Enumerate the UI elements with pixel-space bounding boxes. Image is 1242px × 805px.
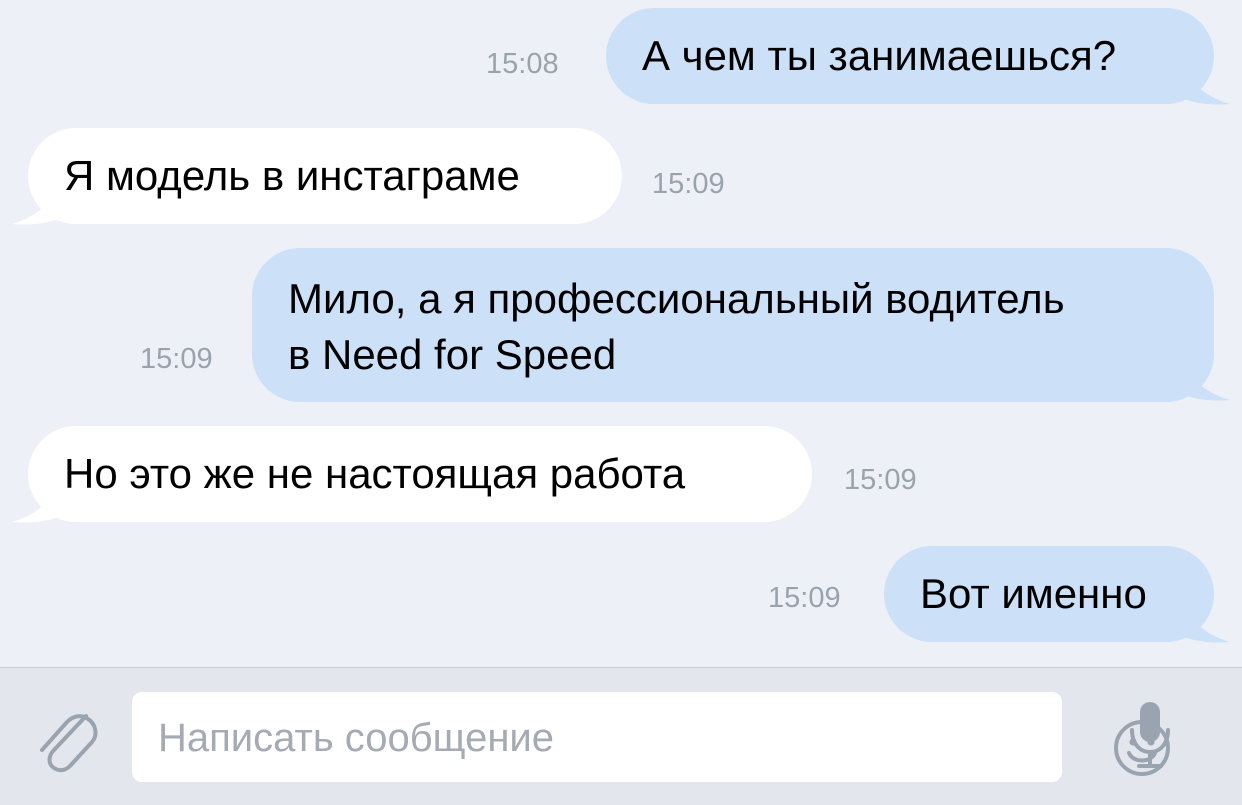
voice-message-button[interactable] <box>1128 700 1172 772</box>
message-text: А чем ты занимаешься? <box>642 32 1117 79</box>
bubble-tail <box>12 180 66 225</box>
message-bubble[interactable]: Но это же не настоящая работа <box>28 426 812 522</box>
paperclip-icon <box>40 714 98 773</box>
message-list[interactable]: 15:08 А чем ты занимаешься? Я модель в и… <box>0 0 1242 667</box>
message-input-field[interactable] <box>132 692 1170 784</box>
message-time: 15:09 <box>140 343 213 375</box>
bubble-tail <box>1176 356 1230 401</box>
message-text-line: Мило, а я профессиональный водитель <box>288 275 1065 322</box>
message-time: 15:09 <box>844 464 917 496</box>
bubble-tail <box>12 478 66 523</box>
bubble-tail <box>1176 60 1230 105</box>
message-text: Я модель в инстаграме <box>64 152 520 199</box>
message-bubble[interactable]: Мило, а я профессиональный водитель в Ne… <box>252 248 1214 402</box>
message-input[interactable] <box>156 692 980 784</box>
message-text: Вот именно <box>920 570 1147 617</box>
message-bubble[interactable]: Я модель в инстаграме <box>28 128 622 224</box>
message-composer <box>0 667 1242 805</box>
microphone-icon <box>1130 702 1170 768</box>
message-text: Но это же не настоящая работа <box>64 450 686 497</box>
message-time: 15:09 <box>652 168 725 200</box>
bubble-tail <box>1176 598 1230 643</box>
message-text-line: в Need for Speed <box>288 331 617 378</box>
message-time: 15:08 <box>486 48 559 80</box>
message-time: 15:09 <box>768 582 841 614</box>
message-bubble[interactable]: А чем ты занимаешься? <box>606 8 1214 104</box>
message-bubble[interactable]: Вот именно <box>884 546 1214 642</box>
attach-button[interactable] <box>34 702 98 774</box>
